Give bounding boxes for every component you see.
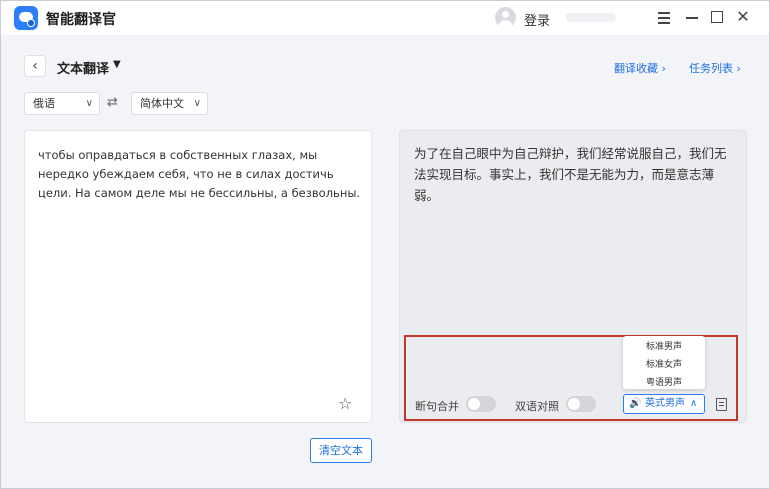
login-link[interactable]: 登录 [524, 10, 550, 29]
target-language-label: 简体中文 [140, 97, 184, 110]
voice-options-dropdown: 标准男声 标准女声 粤语男声 [623, 336, 705, 389]
source-language-select[interactable]: 俄语 ∨ [24, 92, 100, 115]
back-button[interactable]: ‹ [24, 55, 46, 77]
source-text-area[interactable]: чтобы оправдаться в собственных глазах, … [24, 130, 372, 423]
voice-option[interactable]: 标准男声 [623, 339, 705, 352]
clear-text-button[interactable]: 清空文本 [310, 438, 372, 463]
favorites-link[interactable]: 翻译收藏 › [614, 60, 666, 76]
app-window: 智能翻译官 登录 ✕ ‹ 文本翻译 ▼ 翻译收藏 › 任务列表 › 俄语 ∨ ⇄… [0, 0, 770, 489]
page-title[interactable]: 文本翻译 [57, 58, 109, 77]
chevron-down-icon: ∨ [85, 98, 93, 109]
username-placeholder [566, 13, 616, 22]
source-text: чтобы оправдаться в собственных глазах, … [38, 148, 361, 200]
close-icon[interactable]: ✕ [735, 9, 751, 25]
title-bar: 智能翻译官 登录 ✕ [1, 1, 769, 35]
minimize-icon[interactable] [684, 9, 700, 25]
copy-icon[interactable] [716, 398, 727, 411]
voice-option[interactable]: 标准女声 [623, 357, 705, 370]
bilingual-toggle[interactable] [566, 396, 596, 412]
bilingual-label: 双语对照 [515, 400, 559, 413]
voice-select[interactable]: 🔊 英式男声 ∧ [623, 394, 705, 414]
voice-select-label: 英式男声 [645, 398, 685, 409]
task-list-link[interactable]: 任务列表 › [689, 60, 741, 76]
caret-down-icon[interactable]: ▼ [113, 59, 121, 70]
merge-sentences-toggle[interactable] [466, 396, 496, 412]
app-title: 智能翻译官 [46, 12, 116, 28]
swap-icon[interactable]: ⇄ [107, 95, 118, 110]
menu-icon[interactable] [656, 9, 672, 25]
source-language-label: 俄语 [33, 97, 55, 110]
merge-sentences-label: 断句合并 [415, 400, 459, 413]
translation-text: 为了在自己眼中为自己辩护，我们经常说服自己，我们无法实现目标。事实上，我们不是无… [414, 146, 727, 203]
app-logo-icon [14, 6, 38, 30]
voice-option[interactable]: 粤语男声 [623, 375, 705, 388]
star-icon[interactable]: ☆ [338, 394, 352, 413]
chevron-up-icon: ∧ [690, 398, 698, 409]
speaker-icon: 🔊 [629, 398, 642, 409]
maximize-icon[interactable] [709, 9, 725, 25]
avatar-icon[interactable] [495, 7, 516, 28]
chevron-down-icon: ∨ [193, 98, 201, 109]
target-language-select[interactable]: 简体中文 ∨ [131, 92, 208, 115]
